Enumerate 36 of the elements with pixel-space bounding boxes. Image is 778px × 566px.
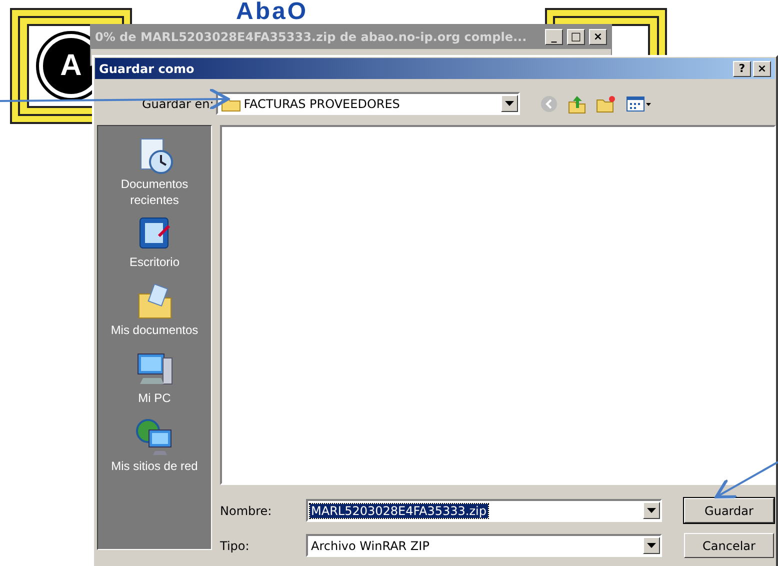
folder-name: FACTURAS PROVEEDORES [244, 96, 401, 110]
field-combo[interactable]: Archivo WinRAR ZIP [306, 534, 662, 557]
dialog-button[interactable]: Guardar [684, 498, 774, 523]
place-label: Mis sitios de red [111, 458, 198, 474]
pointer-arrow [714, 461, 778, 498]
field-combo[interactable]: MARL5203028E4FA35333.zip [306, 499, 662, 522]
caret-icon [647, 508, 656, 513]
field-label: Nombre: [220, 504, 273, 518]
place-item[interactable]: Mis sitios de red [98, 418, 210, 480]
dropdown-button[interactable] [643, 537, 660, 554]
place-label: Documentos recientes [120, 176, 190, 208]
place-item[interactable]: Escritorio [98, 214, 210, 276]
title-bar-button[interactable]: × [753, 60, 771, 76]
field-label: Tipo: [220, 538, 250, 552]
dialog-button[interactable]: Cancelar [684, 533, 774, 558]
place-label: Escritorio [129, 254, 180, 270]
view-menu-icon[interactable] [626, 94, 652, 112]
save-in-dropdown[interactable]: FACTURAS PROVEEDORES [216, 92, 520, 115]
window-control-button[interactable]: _ [545, 29, 563, 45]
place-label: Mis documentos [110, 322, 198, 338]
new-folder-icon[interactable] [596, 94, 616, 112]
window-control-button[interactable]: × [589, 29, 607, 45]
caret-icon [504, 101, 514, 106]
field-value: MARL5203028E4FA35333.zip [310, 504, 488, 518]
place-item[interactable]: Mi PC [98, 350, 210, 412]
place-item[interactable]: Mis documentos [98, 282, 210, 344]
dropdown-button[interactable] [500, 95, 518, 112]
field-value: Archivo WinRAR ZIP [310, 538, 430, 552]
title-bar-button[interactable]: ? [733, 60, 751, 76]
window-control-button[interactable]: □ [567, 29, 585, 45]
place-label: Mi PC [138, 390, 171, 406]
network-computer-icon [134, 418, 174, 458]
caret-icon [647, 543, 656, 548]
dropdown-button[interactable] [643, 502, 660, 519]
site-logo: AbaO [236, 0, 308, 24]
place-item[interactable]: Documentos recientes [98, 136, 210, 208]
